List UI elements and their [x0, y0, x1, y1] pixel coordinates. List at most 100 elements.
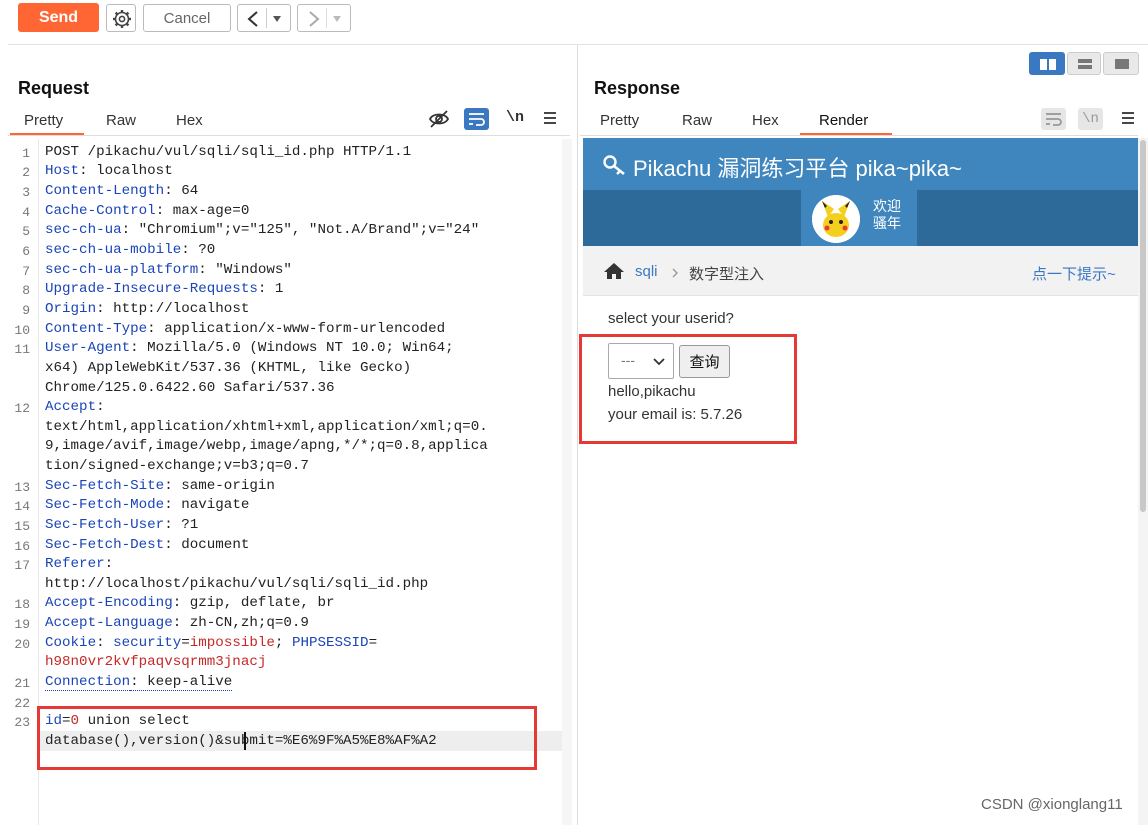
- line-number: 23: [14, 715, 30, 730]
- line-number: 10: [14, 323, 30, 338]
- line-number: 5: [22, 224, 30, 239]
- tab-request-hex[interactable]: Hex: [176, 112, 203, 129]
- cookie-equals: =: [368, 635, 378, 651]
- header-value: : zh-CN,zh;q=0.9: [172, 615, 309, 631]
- line-number: 11: [14, 342, 30, 357]
- header-name: Connection: [45, 674, 131, 691]
- cancel-button[interactable]: Cancel: [143, 4, 231, 32]
- layout-rows-button[interactable]: [1067, 52, 1101, 75]
- chevron-right-icon: [672, 268, 678, 278]
- cookie-value: impossible: [189, 635, 275, 651]
- cookie-name: security: [113, 635, 182, 651]
- back-button[interactable]: [237, 4, 291, 32]
- header-name: Upgrade-Insecure-Requests: [45, 281, 258, 297]
- header-value: : application/x-www-form-urlencoded: [147, 321, 446, 337]
- line-number: 17: [14, 558, 30, 573]
- request-scrollbar[interactable]: [562, 139, 572, 825]
- forward-button[interactable]: [297, 4, 351, 32]
- header-value: : ?1: [164, 517, 199, 533]
- line-number: 19: [14, 617, 30, 632]
- header-name: Referer: [45, 556, 105, 572]
- tab-response-raw[interactable]: Raw: [682, 112, 712, 129]
- header-name: Cookie: [45, 635, 97, 651]
- dropdown-caret-icon: [333, 16, 341, 22]
- line-number: 20: [14, 637, 30, 652]
- breadcrumb-current: 数字型注入: [689, 266, 765, 283]
- hide-nonprintable-icon[interactable]: [428, 108, 450, 130]
- settings-button[interactable]: [106, 4, 136, 32]
- request-line: Origin: http://localhost: [45, 301, 249, 317]
- request-line: Cache-Control: max-age=0: [45, 203, 249, 219]
- userid-prompt: select your userid?: [608, 310, 734, 327]
- tab-request-raw[interactable]: Raw: [106, 112, 136, 129]
- request-line: Sec-Fetch-Mode: navigate: [45, 497, 249, 513]
- cookie-equals: =: [181, 635, 190, 651]
- show-newlines-button[interactable]: \n: [506, 109, 524, 126]
- layout-split-button[interactable]: [1029, 52, 1065, 75]
- header-name: Sec-Fetch-Mode: [45, 497, 165, 513]
- request-line-continuation: 9,image/avif,image/webp,image/apng,*/*;q…: [45, 438, 488, 454]
- header-name: Content-Type: [45, 321, 148, 337]
- home-icon[interactable]: [603, 262, 625, 280]
- header-name: Sec-Fetch-User: [45, 517, 165, 533]
- request-line: Sec-Fetch-User: ?1: [45, 517, 198, 533]
- gear-icon: [113, 10, 131, 28]
- breadcrumb-link-sqli[interactable]: sqli: [635, 263, 658, 280]
- tab-response-render[interactable]: Render: [819, 112, 868, 129]
- show-newlines-button[interactable]: \n: [1078, 108, 1103, 130]
- header-name: sec-ch-ua-mobile: [45, 242, 182, 258]
- wrap-lines-icon: [469, 113, 485, 126]
- toolbar: Send Cancel: [0, 0, 1148, 40]
- wrap-lines-button[interactable]: [1041, 108, 1066, 130]
- watermark: CSDN @xionglang11: [981, 796, 1123, 813]
- request-line-continuation: tion/signed-exchange;v=b3;q=0.7: [45, 458, 309, 474]
- layout-single-button[interactable]: [1103, 52, 1139, 75]
- header-name: Host: [45, 163, 80, 179]
- request-line: Host: localhost: [45, 163, 173, 179]
- request-line: Accept-Language: zh-CN,zh;q=0.9: [45, 615, 309, 631]
- menu-icon[interactable]: [543, 111, 557, 125]
- key-icon: [603, 155, 625, 176]
- pikachu-avatar: [812, 195, 860, 243]
- request-tab-rule: [8, 135, 570, 136]
- line-number: 16: [14, 539, 30, 554]
- tab-response-hex[interactable]: Hex: [752, 112, 779, 129]
- header-value: : localhost: [79, 163, 173, 179]
- line-number: 13: [14, 480, 30, 495]
- wrap-lines-button[interactable]: [464, 108, 489, 130]
- line-number: 12: [14, 401, 30, 416]
- request-title: Request: [18, 78, 90, 98]
- site-title: Pikachu 漏洞练习平台 pika~pika~: [633, 156, 962, 181]
- request-line: Sec-Fetch-Dest: document: [45, 537, 249, 553]
- header-name: Accept-Language: [45, 615, 173, 631]
- tab-response-pretty[interactable]: Pretty: [600, 112, 639, 129]
- line-number: 6: [22, 244, 30, 259]
- header-value: : same-origin: [164, 478, 275, 494]
- welcome-line: 欢迎: [873, 198, 901, 214]
- header-value: : http://localhost: [96, 301, 250, 317]
- header-value: : "Windows": [198, 262, 292, 278]
- tab-request-pretty[interactable]: Pretty: [24, 112, 63, 129]
- rendered-response: Pikachu 漏洞练习平台 pika~pika~ 欢迎 骚年 sqli 数字型…: [583, 138, 1138, 825]
- response-scrollbar-thumb[interactable]: [1140, 140, 1146, 512]
- request-line: Accept:: [45, 399, 105, 415]
- request-line: Referer:: [45, 556, 113, 572]
- request-line-continuation: http://localhost/pikachu/vul/sqli/sqli_i…: [45, 576, 429, 592]
- hint-link[interactable]: 点一下提示~: [1032, 263, 1116, 284]
- request-line: Cookie: security=impossible; PHPSESSID=: [45, 635, 377, 651]
- request-line: User-Agent: Mozilla/5.0 (Windows NT 10.0…: [45, 340, 454, 356]
- pane-divider[interactable]: [577, 45, 578, 825]
- header-name: User-Agent: [45, 340, 131, 356]
- line-number: 3: [22, 185, 30, 200]
- request-line-continuation: text/html,application/xhtml+xml,applicat…: [45, 419, 488, 435]
- header-value: : ?0: [181, 242, 216, 258]
- send-button[interactable]: Send: [18, 3, 99, 32]
- header-value: : 64: [164, 183, 199, 199]
- request-line: sec-ch-ua: "Chromium";v="125", "Not.A/Br…: [45, 222, 479, 238]
- header-value: :: [104, 556, 114, 572]
- header-value: : keep-alive: [130, 674, 233, 691]
- menu-icon[interactable]: [1121, 111, 1135, 125]
- response-title: Response: [594, 78, 681, 98]
- site-header: Pikachu 漏洞练习平台 pika~pika~: [583, 138, 1138, 190]
- header-value: : 1: [257, 281, 284, 297]
